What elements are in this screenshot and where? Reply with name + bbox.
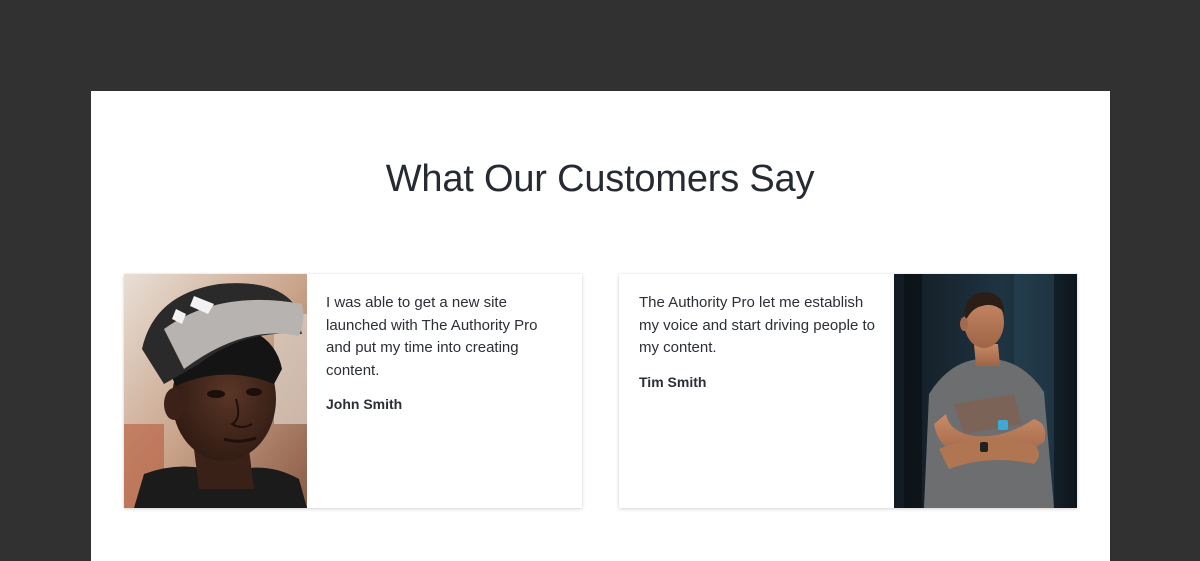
testimonial-author: John Smith — [326, 396, 403, 412]
portrait-man-arms-crossed-icon — [894, 274, 1077, 508]
customer-photo-john — [124, 274, 307, 508]
testimonial-body-tim: The Authority Pro let me establish my vo… — [639, 292, 879, 392]
testimonial-body-john: I was able to get a new site launched wi… — [326, 292, 566, 414]
testimonial-card-tim: The Authority Pro let me establish my vo… — [619, 274, 1077, 508]
testimonial-author: Tim Smith — [639, 373, 707, 390]
testimonial-quote: The Authority Pro let me establish my vo… — [639, 294, 875, 356]
section-title: What Our Customers Say — [385, 158, 815, 200]
testimonial-card-john: I was able to get a new site launched wi… — [124, 274, 582, 508]
customer-photo-tim — [894, 274, 1077, 508]
portrait-young-man-cap-icon — [124, 274, 307, 508]
testimonial-quote: I was able to get a new site launched wi… — [326, 294, 538, 379]
